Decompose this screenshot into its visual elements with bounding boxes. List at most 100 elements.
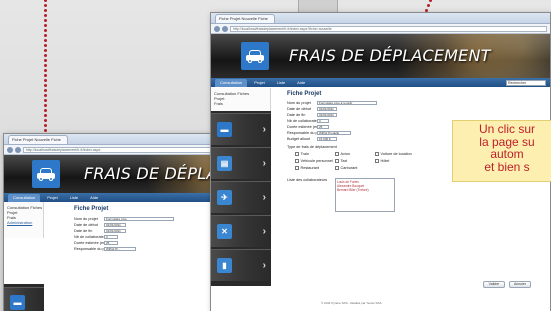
duration-field[interactable]: 25 <box>317 124 329 130</box>
guide-dot <box>43 113 47 117</box>
guide-dot <box>428 0 432 2</box>
guide-dot <box>43 83 47 87</box>
menu-aide[interactable]: Aide <box>85 194 103 202</box>
menu-projet[interactable]: Projet <box>42 194 62 202</box>
tab-strip: Fiche Projet Nouvelle Fiche <box>211 13 550 24</box>
start-date-field[interactable]: 01/01/2011 <box>317 106 337 112</box>
chevron-right-icon: › <box>262 260 266 271</box>
browser-tab[interactable]: Fiche Projet Nouvelle Fiche <box>215 14 275 23</box>
option-label: Véhicule personnel <box>300 159 333 163</box>
back-icon[interactable] <box>7 146 13 153</box>
tile-book[interactable]: ▮ › <box>211 249 271 281</box>
option-checkbox[interactable] <box>375 152 379 156</box>
end-date-field[interactable]: 31/01/2011 <box>317 112 337 118</box>
tile-documents[interactable]: ▤ › <box>211 147 271 179</box>
budget-field[interactable]: 15 000 € <box>317 136 337 142</box>
callout-line: Un clic sur <box>478 122 535 136</box>
sidebar-item-admin[interactable]: Administration <box>4 220 43 225</box>
sidebar-item-frais[interactable]: Frais <box>211 101 270 106</box>
chevron-right-icon: › <box>262 124 266 135</box>
tile-car[interactable]: ▬ › <box>211 113 271 145</box>
field-label: Durée estimée (en jours/homme) <box>287 125 317 129</box>
menu-liste[interactable]: Liste <box>272 79 290 87</box>
url-field[interactable]: http://localhost/fraisdeplacement/fr-fr/… <box>230 25 547 32</box>
guide-dot <box>43 63 47 67</box>
menu-liste[interactable]: Liste <box>65 194 83 202</box>
field-label: Responsable du projet <box>287 131 317 135</box>
browser-tab[interactable]: Fiche Projet Nouvelle Fiche <box>8 135 68 144</box>
validate-button[interactable]: Valider <box>483 281 505 288</box>
option-checkbox[interactable] <box>375 159 379 163</box>
guide-dot <box>43 108 47 112</box>
guide-dot <box>43 128 47 132</box>
car-icon: ▬ <box>10 295 25 310</box>
tools-icon: ✕ <box>217 224 232 239</box>
field-label: Date de début <box>287 107 311 111</box>
field-label: Date de début <box>74 223 98 227</box>
sidebar: Consultation Fiches Projet Frais Adminis… <box>4 202 44 238</box>
menu-projet[interactable]: Projet <box>249 79 269 87</box>
form-title: Fiche Projet <box>287 91 322 97</box>
guide-dot <box>43 33 47 37</box>
menu-consultation[interactable]: Consultation <box>8 193 41 202</box>
collab-count-field[interactable]: 3 <box>104 234 118 240</box>
project-name-field[interactable]: Formulaire type <box>104 216 174 222</box>
chevron-right-icon: › <box>262 226 266 237</box>
guide-dot <box>43 73 47 77</box>
option-checkbox[interactable] <box>295 166 299 170</box>
menu-consultation[interactable]: Consultation <box>215 78 248 87</box>
chevron-right-icon: › <box>262 158 266 169</box>
option-checkbox[interactable] <box>335 159 339 163</box>
collab-listbox[interactable]: Louis de Funès Alexandre Bouquet Bernard… <box>335 178 395 212</box>
guide-dot <box>43 53 47 57</box>
forward-icon[interactable] <box>222 25 228 32</box>
tile-tools[interactable]: ✕ › <box>211 215 271 247</box>
tile-travel[interactable]: ✈ › <box>211 181 271 213</box>
guide-dot <box>43 38 47 42</box>
duration-field[interactable]: 25 <box>104 240 118 246</box>
option-checkbox[interactable] <box>335 152 339 156</box>
guide-dot <box>43 88 47 92</box>
option-label: Taxi <box>340 159 348 163</box>
option-checkbox[interactable] <box>295 152 299 156</box>
guide-dot <box>43 93 47 97</box>
start-date-field[interactable]: 01/01/2011 <box>104 222 126 228</box>
guide-dot <box>43 68 47 72</box>
field-label: Responsable du projet <box>74 247 104 251</box>
forward-icon[interactable] <box>15 146 21 153</box>
field-label: Durée estimée (en jours/homme) <box>74 241 104 245</box>
app-logo <box>241 42 269 70</box>
callout-line: et bien s <box>484 159 530 174</box>
back-icon[interactable] <box>214 25 220 32</box>
app-header: FRAIS DE DÉPLACEMENT <box>211 34 550 78</box>
callout-line: autom <box>490 147 524 161</box>
cancel-button[interactable]: Annuler <box>509 281 531 288</box>
option-checkbox[interactable] <box>295 159 299 163</box>
end-date-field[interactable]: 31/01/2011 <box>104 228 126 234</box>
callout-box: Un clic sur la page su autom et bien s <box>452 120 551 182</box>
manager-field[interactable]: Wilfrid Pr... <box>104 246 136 252</box>
tile-strip: ▬ › ▤ › ✈ › ✕ › ▮ › <box>211 111 271 286</box>
field-label: Nb de collaborateurs prévus <box>287 119 317 123</box>
project-name-field[interactable]: Formulaire type à remplir <box>317 100 377 106</box>
option-label: Carburant <box>340 166 358 170</box>
plane-icon: ✈ <box>217 190 232 205</box>
menu-aide[interactable]: Aide <box>292 79 310 87</box>
collab-list-label: Liste des collaborateurs <box>287 178 328 182</box>
guide-dot <box>43 58 47 62</box>
list-item[interactable]: Bernard Blier (Torture) <box>337 188 393 192</box>
address-bar: http://localhost/fraisdeplacement/fr-fr/… <box>211 24 550 34</box>
collab-count-field[interactable]: 3 <box>317 118 329 124</box>
page-title: FRAIS DE DÉPLACEMENT <box>289 46 491 65</box>
guide-dot <box>43 13 47 17</box>
option-checkbox[interactable] <box>335 166 339 170</box>
field-label: Budget alloué <box>287 137 311 141</box>
guide-dot <box>43 118 47 122</box>
tile-car[interactable]: ▬ <box>4 287 44 311</box>
manager-select[interactable]: Wilfrid Prudelle <box>317 130 351 136</box>
guide-dot <box>43 0 47 2</box>
guide-dot <box>43 18 47 22</box>
option-label: Hôtel <box>380 159 390 163</box>
search-input[interactable]: Rechercher <box>506 79 546 86</box>
option-label: Train <box>300 152 310 156</box>
